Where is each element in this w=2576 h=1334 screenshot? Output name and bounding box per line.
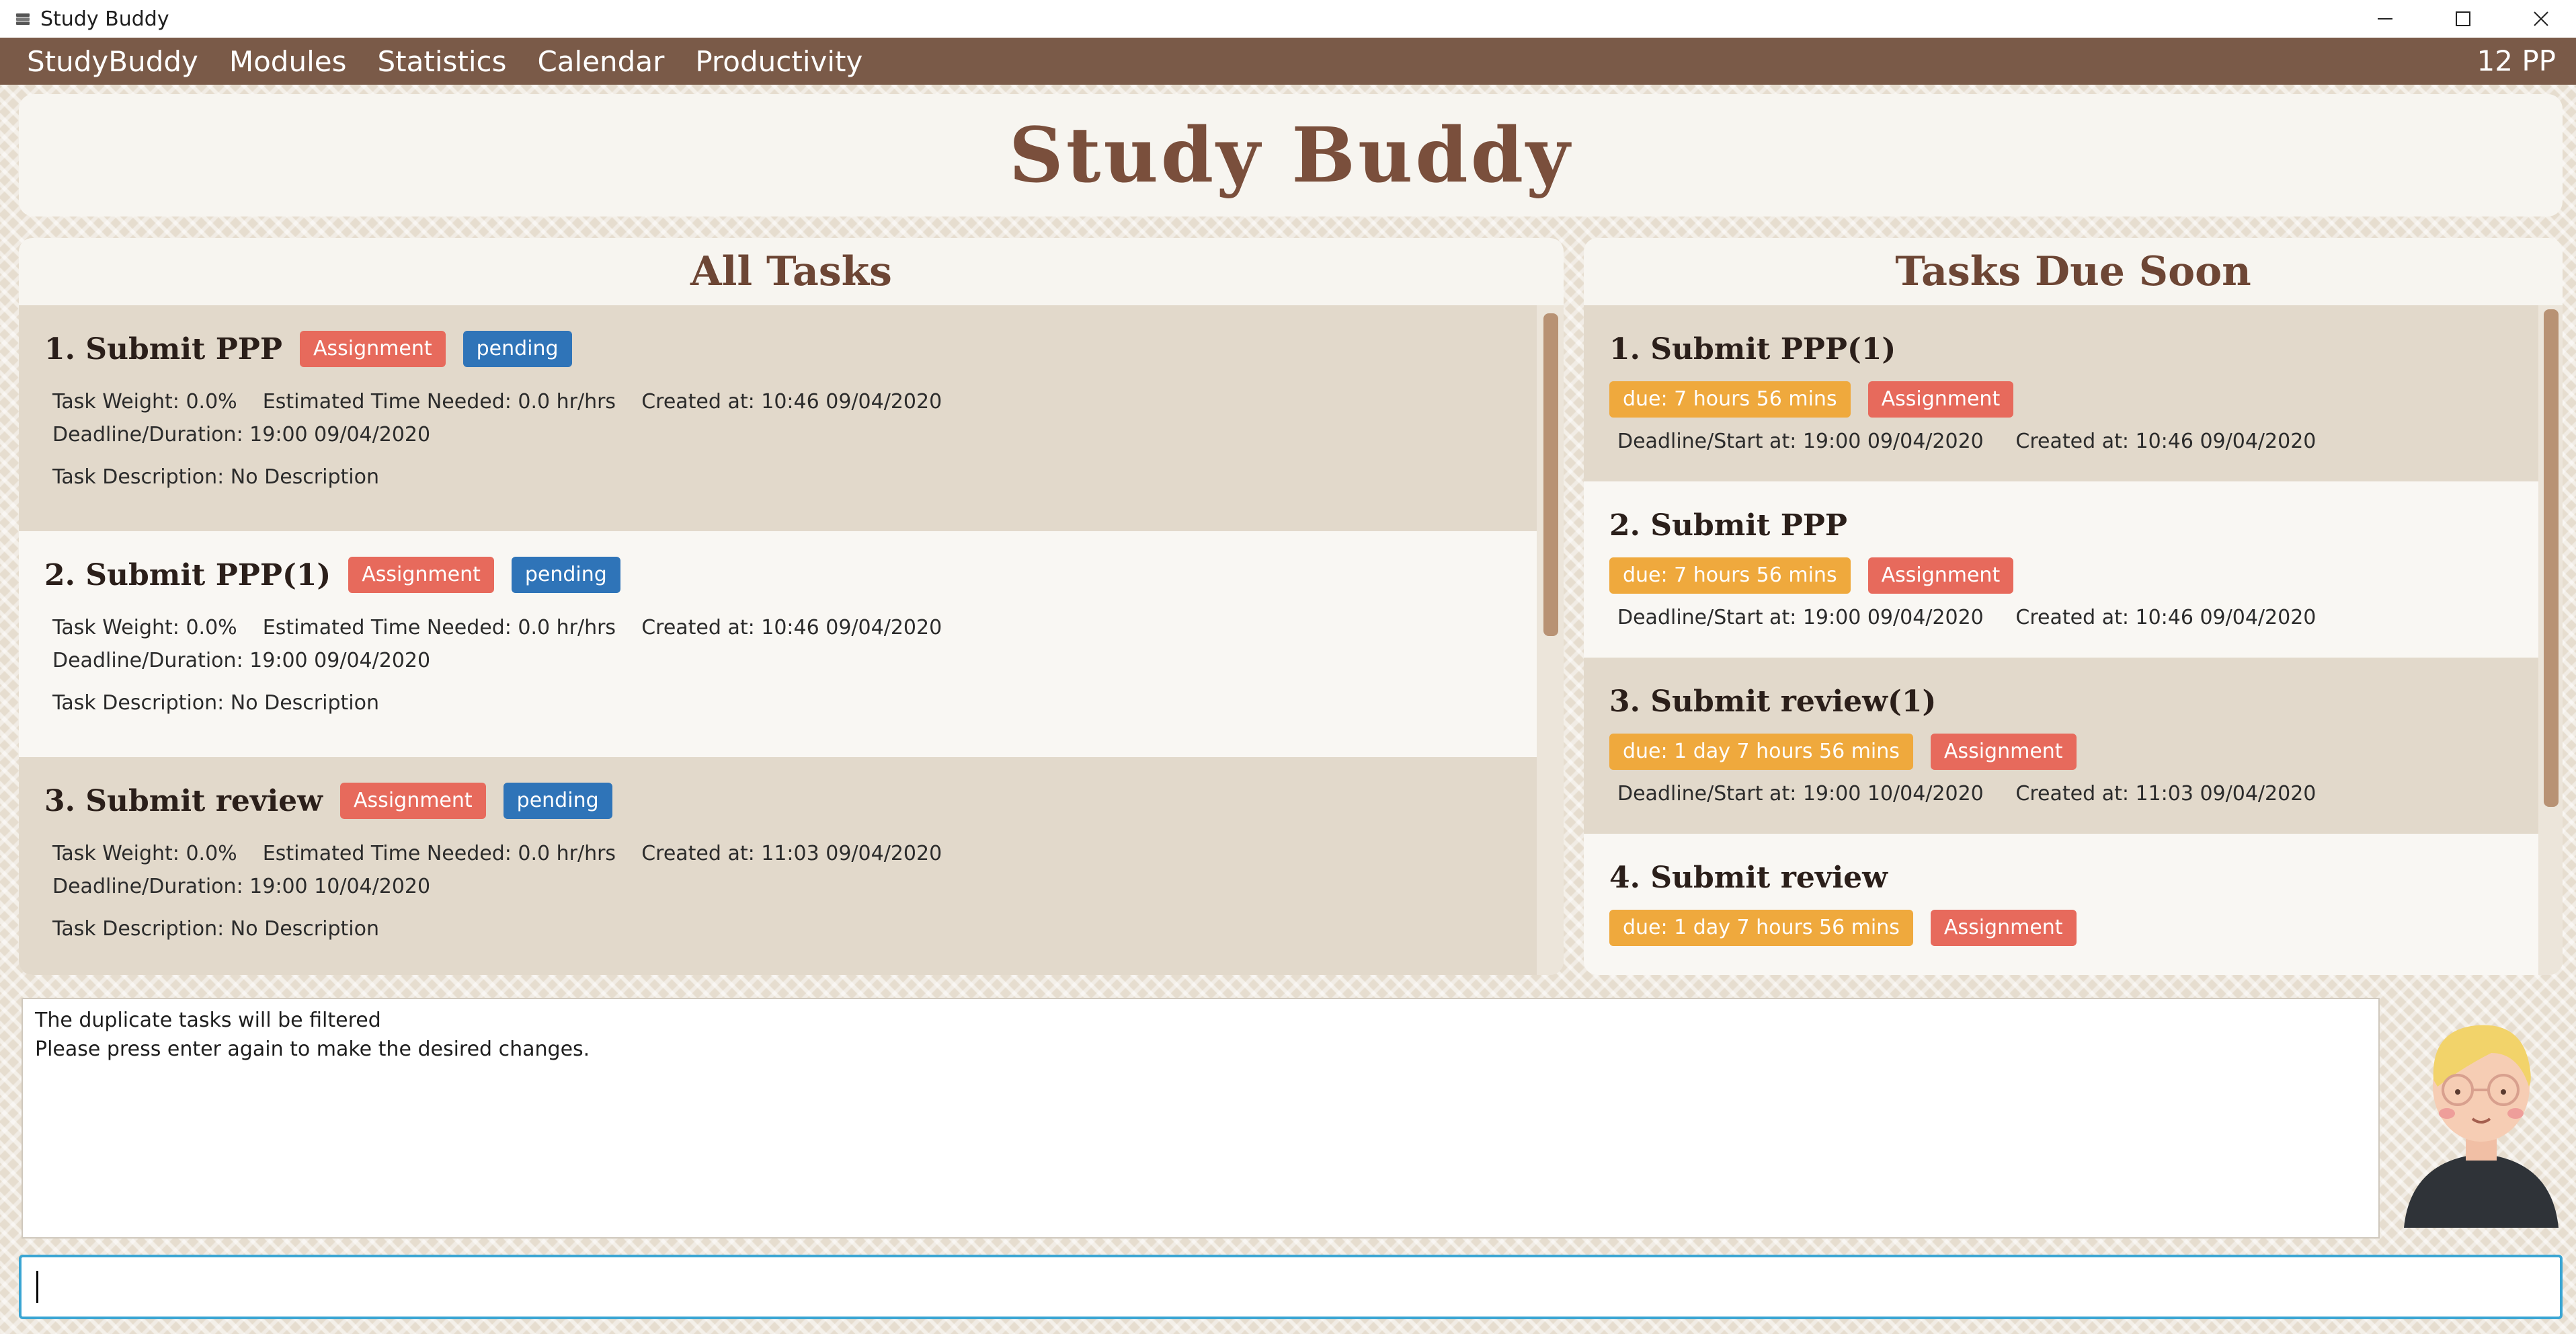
result-line: The duplicate tasks will be filtered bbox=[35, 1009, 381, 1032]
task-description: Task Description: No Description bbox=[52, 465, 379, 489]
task-details: Deadline/Start at: 19:00 09/04/2020 Crea… bbox=[1617, 606, 2317, 629]
task-title: 2. Submit PPP(1) bbox=[44, 557, 331, 592]
all-tasks-list[interactable]: 1. Submit PPP Assignment pending Task We… bbox=[19, 305, 1564, 975]
result-line: Please press enter again to make the des… bbox=[35, 1037, 590, 1061]
task-title: 1. Submit PPP(1) bbox=[1609, 332, 1896, 366]
task-card[interactable]: 3. Submit review Assignment pending Task… bbox=[19, 757, 1564, 975]
scrollbar-thumb[interactable] bbox=[1543, 313, 1558, 636]
app-icon bbox=[16, 13, 30, 25]
task-info: Task Weight: 0.0% Estimated Time Needed:… bbox=[52, 616, 942, 639]
task-deadline: Deadline/Duration: 19:00 10/04/2020 bbox=[52, 875, 431, 898]
all-tasks-title: All Tasks bbox=[690, 248, 892, 295]
task-title: 4. Submit review bbox=[1609, 861, 1888, 895]
productivity-points: 12 PP bbox=[2477, 44, 2556, 77]
due-task-card[interactable]: 2. Submit PPP due: 7 hours 56 mins Assig… bbox=[1584, 481, 2563, 658]
module-badge: Assignment bbox=[1867, 381, 2014, 418]
status-badge: pending bbox=[511, 557, 620, 593]
task-deadline: Deadline/Duration: 19:00 09/04/2020 bbox=[52, 423, 431, 446]
result-display: The duplicate tasks will be filtered Ple… bbox=[22, 998, 2380, 1239]
task-title: 2. Submit PPP bbox=[1609, 508, 1847, 543]
window-titlebar: Study Buddy bbox=[0, 0, 2576, 38]
scrollbar-thumb[interactable] bbox=[2544, 309, 2559, 807]
menu-bar: StudyBuddy Modules Statistics Calendar P… bbox=[0, 38, 2576, 85]
task-description: Task Description: No Description bbox=[52, 691, 379, 715]
menu-statistics[interactable]: Statistics bbox=[377, 45, 506, 78]
task-title: 3. Submit review(1) bbox=[1609, 684, 1937, 719]
close-button[interactable] bbox=[2502, 0, 2576, 38]
due-soon-title: Tasks Due Soon bbox=[1895, 248, 2251, 295]
due-badge: due: 7 hours 56 mins bbox=[1609, 557, 1851, 594]
task-title: 1. Submit PPP bbox=[44, 331, 282, 366]
menu-calendar[interactable]: Calendar bbox=[537, 45, 664, 78]
task-card[interactable]: 1. Submit PPP Assignment pending Task We… bbox=[19, 305, 1564, 531]
status-badge: pending bbox=[462, 331, 572, 367]
task-info: Task Weight: 0.0% Estimated Time Needed:… bbox=[52, 842, 942, 865]
module-badge: Assignment bbox=[348, 557, 494, 593]
window-title: Study Buddy bbox=[40, 7, 169, 31]
all-tasks-panel: All Tasks 1. Submit PPP Assignment pendi… bbox=[19, 238, 1564, 975]
module-badge: Assignment bbox=[299, 331, 446, 367]
due-task-card[interactable]: 4. Submit review due: 1 day 7 hours 56 m… bbox=[1584, 834, 2563, 975]
due-task-card[interactable]: 1. Submit PPP(1) due: 7 hours 56 mins As… bbox=[1584, 305, 2563, 481]
status-badge: pending bbox=[503, 783, 612, 819]
due-badge: due: 7 hours 56 mins bbox=[1609, 381, 1851, 418]
menu-modules[interactable]: Modules bbox=[229, 45, 347, 78]
maximize-button[interactable] bbox=[2424, 0, 2502, 38]
all-tasks-scrollbar[interactable] bbox=[1537, 305, 1564, 975]
module-badge: Assignment bbox=[1930, 734, 2077, 770]
menu-productivity[interactable]: Productivity bbox=[695, 45, 862, 78]
task-details: Deadline/Start at: 19:00 09/04/2020 Crea… bbox=[1617, 430, 2317, 453]
app-heading: Study Buddy bbox=[1008, 111, 1573, 200]
task-title: 3. Submit review bbox=[44, 783, 323, 818]
command-input[interactable] bbox=[19, 1255, 2563, 1319]
header-card: Study Buddy bbox=[19, 94, 2563, 217]
due-badge: due: 1 day 7 hours 56 mins bbox=[1609, 910, 1913, 946]
task-description: Task Description: No Description bbox=[52, 917, 379, 941]
minimize-button[interactable] bbox=[2346, 0, 2424, 38]
text-caret bbox=[36, 1271, 38, 1303]
menu-studybuddy[interactable]: StudyBuddy bbox=[27, 45, 198, 78]
due-soon-list[interactable]: 1. Submit PPP(1) due: 7 hours 56 mins As… bbox=[1584, 305, 2563, 975]
module-badge: Assignment bbox=[1867, 557, 2014, 594]
close-icon bbox=[2534, 11, 2548, 26]
module-badge: Assignment bbox=[1930, 910, 2077, 946]
minimize-icon bbox=[2378, 18, 2392, 19]
due-soon-panel: Tasks Due Soon 1. Submit PPP(1) due: 7 h… bbox=[1584, 238, 2563, 975]
task-deadline: Deadline/Duration: 19:00 09/04/2020 bbox=[52, 649, 431, 672]
due-badge: due: 1 day 7 hours 56 mins bbox=[1609, 734, 1913, 770]
avatar bbox=[2404, 1025, 2559, 1228]
maximize-icon bbox=[2456, 11, 2470, 26]
due-task-card[interactable]: 3. Submit review(1) due: 1 day 7 hours 5… bbox=[1584, 658, 2563, 834]
task-info: Task Weight: 0.0% Estimated Time Needed:… bbox=[52, 390, 942, 414]
module-badge: Assignment bbox=[340, 783, 486, 819]
task-card[interactable]: 2. Submit PPP(1) Assignment pending Task… bbox=[19, 531, 1564, 757]
due-soon-scrollbar[interactable] bbox=[2538, 305, 2563, 975]
task-details: Deadline/Start at: 19:00 10/04/2020 Crea… bbox=[1617, 782, 2317, 806]
